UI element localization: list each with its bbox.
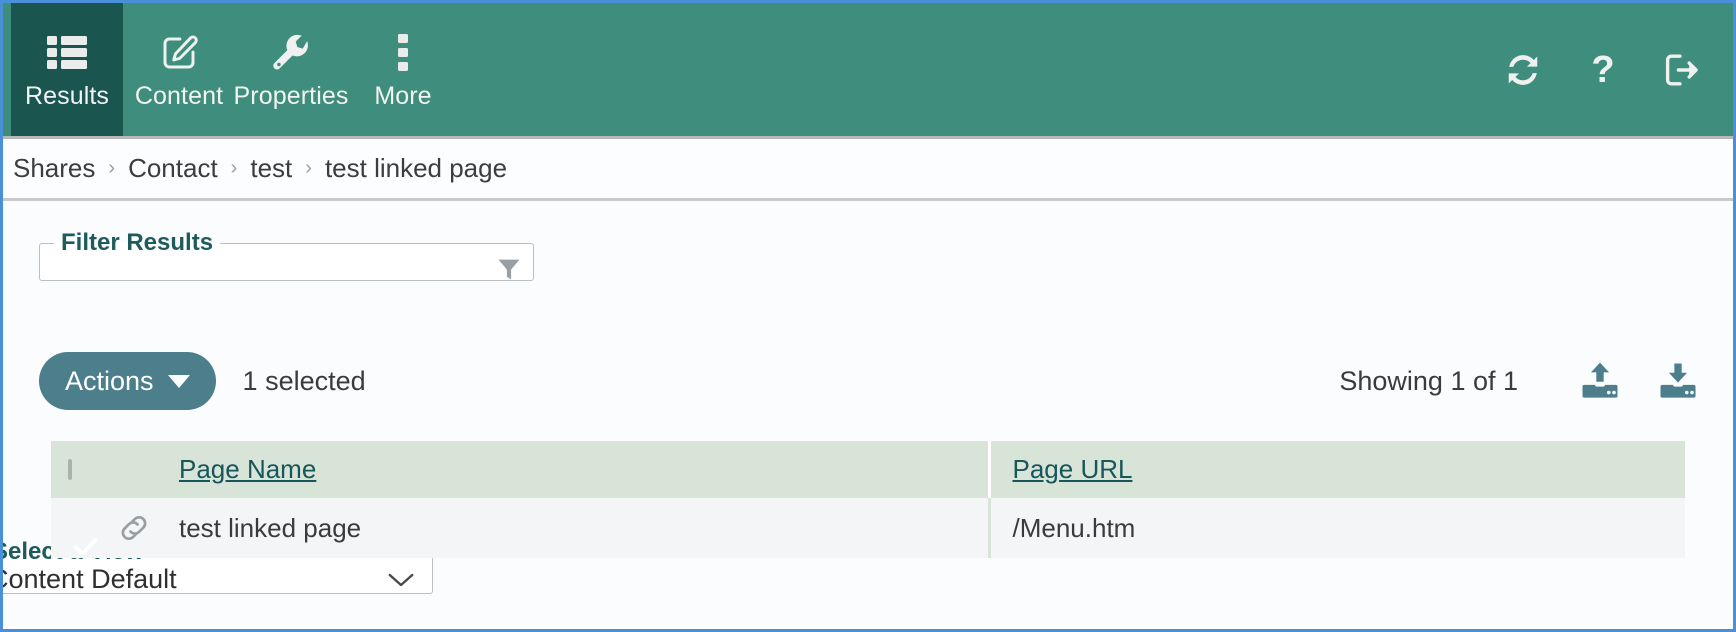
page-name-header-cell: Page Name [179,441,989,498]
breadcrumb-item-contact[interactable]: Contact [128,153,218,184]
results-toolbar: Actions 1 selected Showing 1 of 1 [3,346,1733,416]
logout-icon[interactable] [1663,48,1703,92]
results-table-container: Page Name Page URL test linked page /Men… [51,441,1685,558]
nav-tab-group: Results Content Properties More [3,3,459,136]
tab-more-label: More [374,81,432,110]
import-export-actions [1578,360,1700,402]
page-url-cell: /Menu.htm [987,498,1685,558]
selected-count-label: 1 selected [242,365,366,396]
filter-results-group: Filter Results [39,229,534,281]
breadcrumb-separator: › [108,157,116,179]
actions-button-label: Actions [65,365,154,396]
results-table-head: Page Name Page URL [51,441,1685,498]
row-icon-cell [117,498,179,558]
page-name-cell: test linked page [179,498,989,558]
breadcrumb-separator: › [305,157,312,179]
upload-icon[interactable] [1578,360,1622,402]
help-icon[interactable]: ? [1583,48,1623,92]
tab-more[interactable]: More [347,3,459,136]
showing-count-label: Showing 1 of 1 [1339,365,1518,396]
chevron-down-icon[interactable] [386,569,416,591]
breadcrumb-item-test[interactable]: test [250,153,292,184]
edit-square-icon [157,31,201,75]
tab-content-label: Content [134,81,224,110]
sort-by-page-url[interactable]: Page URL [1013,454,1133,484]
results-table-body: test linked page /Menu.htm [51,498,1685,558]
tab-results[interactable]: Results [11,3,123,136]
tab-properties-label: Properties [233,81,349,110]
row-icon-header-cell [117,441,179,498]
nav-right-actions: ? [1503,3,1733,136]
results-panel: Filter Results Include Children Select a… [3,201,1733,626]
select-all-checkbox[interactable] [68,458,72,480]
refresh-icon[interactable] [1503,48,1543,92]
tab-results-label: Results [24,81,110,110]
main-navigation-bar: Results Content Properties More ? [3,3,1733,139]
wrench-icon [269,31,313,75]
breadcrumb-item-shares[interactable]: Shares [13,153,95,184]
sort-by-page-name[interactable]: Page Name [179,454,316,484]
filter-results-input[interactable] [48,257,495,280]
filter-results-legend: Filter Results [61,229,214,256]
table-row[interactable]: test linked page /Menu.htm [51,498,1685,558]
application-window: Results Content Properties More ? Shares… [0,0,1736,632]
select-a-view-control[interactable]: Content Default [0,564,432,594]
breadcrumb-separator: › [230,157,238,179]
results-table: Page Name Page URL test linked page /Men… [51,441,1685,558]
more-vertical-icon [381,31,425,75]
tab-properties[interactable]: Properties [233,3,349,136]
actions-button[interactable]: Actions [39,352,216,410]
tab-content[interactable]: Content [123,3,235,136]
download-icon[interactable] [1656,360,1700,402]
table-header-row: Page Name Page URL [51,441,1685,498]
breadcrumb-item-current: test linked page [324,153,508,183]
select-a-view-value: Content Default [0,564,177,594]
help-label: ? [1591,48,1615,91]
row-select-cell [51,498,117,558]
link-icon [117,511,179,545]
select-all-header-cell [51,441,117,498]
caret-down-icon [167,374,190,388]
page-url-header-cell: Page URL [987,441,1685,498]
funnel-icon[interactable] [495,255,523,283]
list-icon [45,31,89,75]
breadcrumb: Shares › Contact › test › test linked pa… [3,139,1733,201]
